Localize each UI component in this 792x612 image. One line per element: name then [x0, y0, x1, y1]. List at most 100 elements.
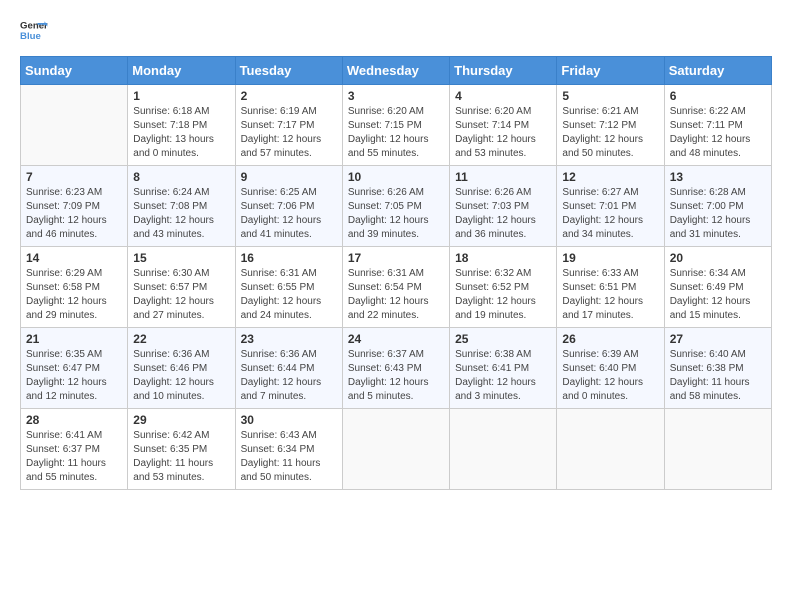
day-number: 13 [670, 170, 766, 184]
day-info: Sunrise: 6:21 AM Sunset: 7:12 PM Dayligh… [562, 105, 658, 161]
header-cell-monday: Monday [128, 57, 235, 85]
week-row-4: 21 Sunrise: 6:35 AM Sunset: 6:47 PM Dayli… [21, 328, 772, 409]
calendar-cell: 22 Sunrise: 6:36 AM Sunset: 6:46 PM Dayli… [128, 328, 235, 409]
svg-text:Blue: Blue [20, 31, 41, 42]
svg-text:General: General [20, 20, 48, 31]
day-info: Sunrise: 6:33 AM Sunset: 6:51 PM Dayligh… [562, 267, 658, 323]
day-info: Sunrise: 6:27 AM Sunset: 7:01 PM Dayligh… [562, 186, 658, 242]
page-header: General Blue [20, 16, 772, 44]
header-cell-friday: Friday [557, 57, 664, 85]
calendar-cell: 1 Sunrise: 6:18 AM Sunset: 7:18 PM Daylig… [128, 85, 235, 166]
calendar-cell: 18Sunrise: 6:32 AM Sunset: 6:52 PM Dayli… [450, 247, 557, 328]
calendar-cell: 9Sunrise: 6:25 AM Sunset: 7:06 PM Daylig… [235, 166, 342, 247]
calendar-cell: 20 Sunrise: 6:34 AM Sunset: 6:49 PM Dayli… [664, 247, 771, 328]
day-info: Sunrise: 6:35 AM Sunset: 6:47 PM Dayligh… [26, 348, 122, 404]
calendar-cell: 13Sunrise: 6:28 AM Sunset: 7:00 PM Dayli… [664, 166, 771, 247]
day-number: 10 [348, 170, 444, 184]
day-number: 15 [133, 251, 229, 265]
calendar-cell: 7Sunrise: 6:23 AM Sunset: 7:09 PM Daylig… [21, 166, 128, 247]
calendar-cell: 24 Sunrise: 6:37 AM Sunset: 6:43 PM Dayli… [342, 328, 449, 409]
header-cell-tuesday: Tuesday [235, 57, 342, 85]
week-row-3: 14 Sunrise: 6:29 AM Sunset: 6:58 PM Dayli… [21, 247, 772, 328]
calendar-cell: 12 Sunrise: 6:27 AM Sunset: 7:01 PM Dayli… [557, 166, 664, 247]
header-cell-sunday: Sunday [21, 57, 128, 85]
day-number: 28 [26, 413, 122, 427]
day-number: 12 [562, 170, 658, 184]
day-number: 20 [670, 251, 766, 265]
calendar-cell: 17Sunrise: 6:31 AM Sunset: 6:54 PM Dayli… [342, 247, 449, 328]
calendar-cell: 16Sunrise: 6:31 AM Sunset: 6:55 PM Dayli… [235, 247, 342, 328]
calendar-cell: 19 Sunrise: 6:33 AM Sunset: 6:51 PM Dayli… [557, 247, 664, 328]
day-number: 22 [133, 332, 229, 346]
calendar-cell: 5 Sunrise: 6:21 AM Sunset: 7:12 PM Daylig… [557, 85, 664, 166]
day-number: 6 [670, 89, 766, 103]
day-number: 8 [133, 170, 229, 184]
calendar-cell: 6Sunrise: 6:22 AM Sunset: 7:11 PM Daylig… [664, 85, 771, 166]
header-cell-saturday: Saturday [664, 57, 771, 85]
day-number: 2 [241, 89, 337, 103]
header-cell-wednesday: Wednesday [342, 57, 449, 85]
day-info: Sunrise: 6:25 AM Sunset: 7:06 PM Dayligh… [241, 186, 337, 242]
calendar-cell: 8Sunrise: 6:24 AM Sunset: 7:08 PM Daylig… [128, 166, 235, 247]
calendar-cell [450, 409, 557, 490]
day-number: 11 [455, 170, 551, 184]
calendar-header: SundayMondayTuesdayWednesdayThursdayFrid… [21, 57, 772, 85]
day-info: Sunrise: 6:38 AM Sunset: 6:41 PM Dayligh… [455, 348, 551, 404]
calendar-cell [557, 409, 664, 490]
header-row: SundayMondayTuesdayWednesdayThursdayFrid… [21, 57, 772, 85]
day-number: 27 [670, 332, 766, 346]
day-number: 14 [26, 251, 122, 265]
calendar-cell: 15 Sunrise: 6:30 AM Sunset: 6:57 PM Dayli… [128, 247, 235, 328]
day-info: Sunrise: 6:26 AM Sunset: 7:03 PM Dayligh… [455, 186, 551, 242]
week-row-2: 7Sunrise: 6:23 AM Sunset: 7:09 PM Daylig… [21, 166, 772, 247]
day-number: 23 [241, 332, 337, 346]
day-info: Sunrise: 6:20 AM Sunset: 7:14 PM Dayligh… [455, 105, 551, 161]
day-number: 24 [348, 332, 444, 346]
day-info: Sunrise: 6:31 AM Sunset: 6:54 PM Dayligh… [348, 267, 444, 323]
day-info: Sunrise: 6:37 AM Sunset: 6:43 PM Dayligh… [348, 348, 444, 404]
logo-icon: General Blue [20, 16, 48, 44]
calendar-cell: 3Sunrise: 6:20 AM Sunset: 7:15 PM Daylig… [342, 85, 449, 166]
calendar-cell: 29Sunrise: 6:42 AM Sunset: 6:35 PM Dayli… [128, 409, 235, 490]
calendar-cell: 26Sunrise: 6:39 AM Sunset: 6:40 PM Dayli… [557, 328, 664, 409]
day-info: Sunrise: 6:40 AM Sunset: 6:38 PM Dayligh… [670, 348, 766, 404]
calendar-body: 1 Sunrise: 6:18 AM Sunset: 7:18 PM Daylig… [21, 85, 772, 490]
calendar-cell: 25 Sunrise: 6:38 AM Sunset: 6:41 PM Dayli… [450, 328, 557, 409]
day-info: Sunrise: 6:26 AM Sunset: 7:05 PM Dayligh… [348, 186, 444, 242]
day-info: Sunrise: 6:32 AM Sunset: 6:52 PM Dayligh… [455, 267, 551, 323]
day-info: Sunrise: 6:23 AM Sunset: 7:09 PM Dayligh… [26, 186, 122, 242]
day-info: Sunrise: 6:31 AM Sunset: 6:55 PM Dayligh… [241, 267, 337, 323]
day-info: Sunrise: 6:36 AM Sunset: 6:46 PM Dayligh… [133, 348, 229, 404]
day-info: Sunrise: 6:36 AM Sunset: 6:44 PM Dayligh… [241, 348, 337, 404]
week-row-1: 1 Sunrise: 6:18 AM Sunset: 7:18 PM Daylig… [21, 85, 772, 166]
day-number: 5 [562, 89, 658, 103]
day-number: 29 [133, 413, 229, 427]
day-info: Sunrise: 6:20 AM Sunset: 7:15 PM Dayligh… [348, 105, 444, 161]
day-number: 1 [133, 89, 229, 103]
day-info: Sunrise: 6:19 AM Sunset: 7:17 PM Dayligh… [241, 105, 337, 161]
day-info: Sunrise: 6:43 AM Sunset: 6:34 PM Dayligh… [241, 429, 337, 485]
day-number: 30 [241, 413, 337, 427]
day-info: Sunrise: 6:18 AM Sunset: 7:18 PM Dayligh… [133, 105, 229, 161]
day-number: 19 [562, 251, 658, 265]
day-number: 4 [455, 89, 551, 103]
calendar-cell: 30 Sunrise: 6:43 AM Sunset: 6:34 PM Dayli… [235, 409, 342, 490]
calendar-cell: 10 Sunrise: 6:26 AM Sunset: 7:05 PM Dayli… [342, 166, 449, 247]
day-number: 25 [455, 332, 551, 346]
day-info: Sunrise: 6:30 AM Sunset: 6:57 PM Dayligh… [133, 267, 229, 323]
day-info: Sunrise: 6:34 AM Sunset: 6:49 PM Dayligh… [670, 267, 766, 323]
week-row-5: 28 Sunrise: 6:41 AM Sunset: 6:37 PM Dayli… [21, 409, 772, 490]
calendar-cell: 27 Sunrise: 6:40 AM Sunset: 6:38 PM Dayli… [664, 328, 771, 409]
day-number: 26 [562, 332, 658, 346]
day-info: Sunrise: 6:29 AM Sunset: 6:58 PM Dayligh… [26, 267, 122, 323]
calendar-cell [664, 409, 771, 490]
calendar-cell: 14 Sunrise: 6:29 AM Sunset: 6:58 PM Dayli… [21, 247, 128, 328]
header-cell-thursday: Thursday [450, 57, 557, 85]
calendar-cell: 11 Sunrise: 6:26 AM Sunset: 7:03 PM Dayli… [450, 166, 557, 247]
calendar-cell: 21 Sunrise: 6:35 AM Sunset: 6:47 PM Dayli… [21, 328, 128, 409]
day-number: 21 [26, 332, 122, 346]
calendar-table: SundayMondayTuesdayWednesdayThursdayFrid… [20, 56, 772, 490]
day-info: Sunrise: 6:41 AM Sunset: 6:37 PM Dayligh… [26, 429, 122, 485]
logo: General Blue [20, 16, 48, 44]
calendar-cell: 2 Sunrise: 6:19 AM Sunset: 7:17 PM Daylig… [235, 85, 342, 166]
